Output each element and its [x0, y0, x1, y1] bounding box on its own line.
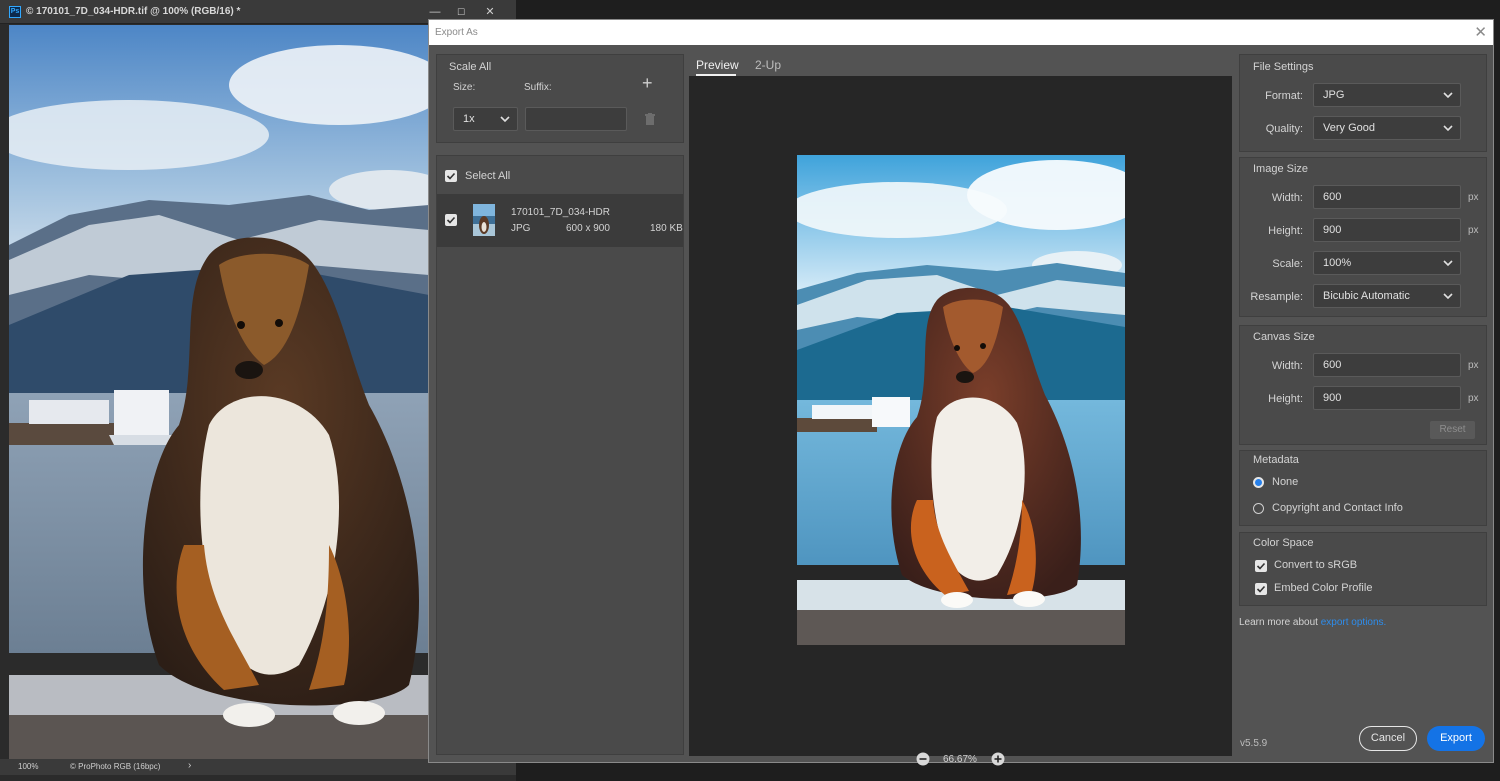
scale-all-panel: Scale All Size: Suffix: + 1x — [436, 54, 684, 143]
photoshop-logo-icon: Ps — [9, 6, 21, 18]
zoom-level: 66.67% — [943, 754, 977, 765]
chevron-down-icon — [1443, 125, 1453, 132]
checkmark-icon — [1256, 585, 1266, 593]
canvas-width-input[interactable]: 600 — [1313, 353, 1461, 377]
image-height-label: Height: — [1268, 225, 1303, 237]
export-button[interactable]: Export — [1427, 726, 1485, 751]
reset-button[interactable]: Reset — [1430, 421, 1475, 439]
asset-thumbnail — [473, 204, 495, 236]
document-canvas-photo[interactable] — [9, 25, 429, 759]
chevron-down-icon — [500, 116, 510, 123]
asset-name: 170101_7D_034-HDR — [511, 207, 610, 218]
image-size-panel: Image Size Width: 600 px Height: 900 px … — [1239, 157, 1487, 317]
status-arrow-icon[interactable]: › — [188, 760, 191, 771]
canvas-size-panel: Canvas Size Width: 600 px Height: 900 px… — [1239, 325, 1487, 445]
resample-select[interactable]: Bicubic Automatic — [1313, 284, 1461, 308]
quality-label: Quality: — [1265, 123, 1303, 135]
canvas-height-label: Height: — [1268, 393, 1303, 405]
asset-format: JPG — [511, 223, 531, 234]
chevron-down-icon — [1443, 293, 1453, 300]
image-height-input[interactable]: 900 — [1313, 218, 1461, 242]
resample-label: Resample: — [1250, 291, 1303, 303]
size-select-value: 1x — [463, 113, 475, 125]
version-label: v5.5.9 — [1240, 738, 1268, 749]
canvas-width-label: Width: — [1271, 360, 1303, 372]
embed-profile-label: Embed Color Profile — [1274, 582, 1373, 594]
export-as-dialog: Export As ✕ Scale All Size: Suffix: + 1x… — [428, 19, 1494, 766]
zoom-out-icon[interactable] — [916, 752, 930, 766]
zoom-in-icon[interactable] — [991, 752, 1005, 766]
checkmark-icon — [1256, 562, 1266, 570]
checkmark-icon — [446, 172, 456, 180]
metadata-none-radio[interactable] — [1253, 477, 1264, 488]
image-width-label: Width: — [1271, 192, 1303, 204]
window-close-button[interactable]: ✕ — [479, 4, 501, 20]
export-options-link[interactable]: export options. — [1321, 617, 1387, 628]
color-space-heading: Color Space — [1253, 537, 1314, 549]
metadata-none-label: None — [1272, 476, 1299, 488]
canvas-height-input[interactable]: 900 — [1313, 386, 1461, 410]
scale-select-value: 100% — [1323, 257, 1352, 269]
tab-preview[interactable]: Preview — [696, 58, 739, 72]
format-select-value: JPG — [1323, 89, 1345, 101]
chevron-down-icon — [1443, 92, 1453, 99]
canvas-height-unit: px — [1468, 393, 1479, 404]
suffix-input[interactable] — [525, 107, 627, 131]
maximize-button[interactable]: ☐ — [450, 4, 472, 20]
convert-srgb-label: Convert to sRGB — [1274, 559, 1358, 571]
metadata-copyright-radio[interactable] — [1253, 503, 1264, 514]
dialog-titlebar[interactable]: Export As ✕ — [429, 20, 1493, 45]
image-width-unit: px — [1468, 192, 1479, 203]
file-settings-panel: File Settings Format: JPG Quality: Very … — [1239, 54, 1487, 152]
asset-list-panel: Select All 170101_7D_034-HDR JPG 600 x 9… — [436, 155, 684, 755]
dialog-close-icon[interactable]: ✕ — [1474, 23, 1487, 41]
color-space-panel: Color Space Convert to sRGB Embed Color … — [1239, 532, 1487, 606]
tab-2-up[interactable]: 2-Up — [755, 58, 781, 72]
format-select[interactable]: JPG — [1313, 83, 1461, 107]
canvas-width-unit: px — [1468, 360, 1479, 371]
checkmark-icon — [446, 216, 456, 224]
canvas-size-heading: Canvas Size — [1253, 331, 1315, 343]
status-color-profile: © ProPhoto RGB (16bpc) — [70, 762, 161, 771]
metadata-panel: Metadata None Copyright and Contact Info — [1239, 450, 1487, 526]
asset-checkbox[interactable] — [445, 214, 457, 226]
status-zoom[interactable]: 100% — [18, 762, 38, 771]
document-title: © 170101_7D_034-HDR.tif @ 100% (RGB/16) … — [26, 6, 241, 17]
image-height-unit: px — [1468, 225, 1479, 236]
embed-profile-checkbox[interactable] — [1255, 583, 1267, 595]
resample-select-value: Bicubic Automatic — [1323, 290, 1410, 302]
scale-select[interactable]: 100% — [1313, 251, 1461, 275]
suffix-label: Suffix: — [524, 82, 552, 93]
convert-srgb-checkbox[interactable] — [1255, 560, 1267, 572]
learn-more-prefix: Learn more about — [1239, 617, 1318, 628]
chevron-down-icon — [1443, 260, 1453, 267]
scale-label: Scale: — [1272, 258, 1303, 270]
preview-image — [797, 155, 1125, 645]
learn-more-text: Learn more about export options. — [1239, 617, 1386, 628]
select-all-label: Select All — [465, 170, 511, 182]
size-select[interactable]: 1x — [453, 107, 518, 131]
image-width-input[interactable]: 600 — [1313, 185, 1461, 209]
cancel-button[interactable]: Cancel — [1359, 726, 1417, 751]
quality-select[interactable]: Very Good — [1313, 116, 1461, 140]
asset-dimensions: 600 x 900 — [566, 223, 610, 234]
minimize-button[interactable]: — — [424, 4, 446, 20]
dialog-title: Export As — [435, 27, 478, 38]
image-size-heading: Image Size — [1253, 163, 1309, 175]
file-settings-heading: File Settings — [1253, 61, 1314, 73]
asset-file-size: 180 KB — [650, 223, 683, 234]
quality-select-value: Very Good — [1323, 122, 1375, 134]
scale-all-heading: Scale All — [449, 61, 492, 73]
metadata-copyright-label: Copyright and Contact Info — [1272, 502, 1403, 514]
select-all-checkbox[interactable] — [445, 170, 457, 182]
size-label: Size: — [453, 82, 476, 93]
metadata-heading: Metadata — [1253, 454, 1299, 466]
preview-area[interactable]: 66.67% — [689, 76, 1232, 766]
trash-icon[interactable] — [644, 113, 656, 126]
format-label: Format: — [1265, 90, 1303, 102]
asset-list-item[interactable]: 170101_7D_034-HDR JPG 600 x 900 180 KB — [437, 194, 683, 247]
add-scale-icon[interactable]: + — [642, 73, 653, 94]
